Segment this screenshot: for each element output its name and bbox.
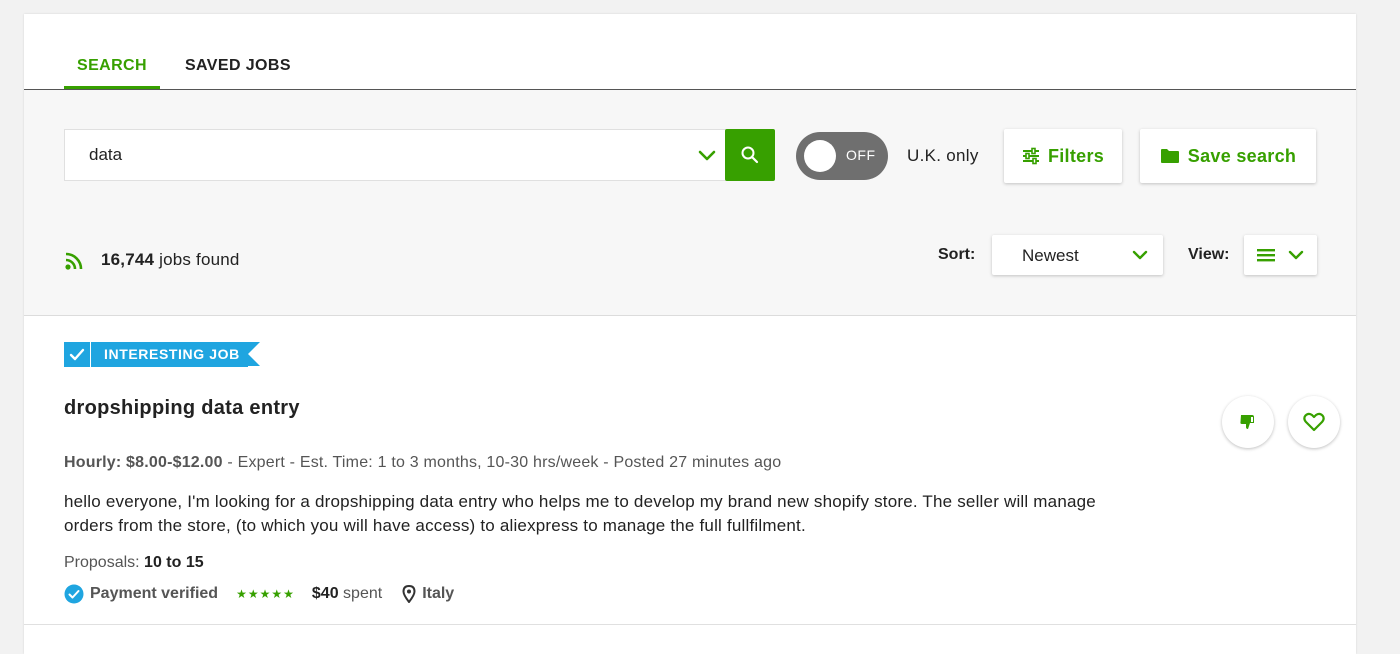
save-job-button[interactable]: [1288, 396, 1340, 448]
interesting-job-badge: INTERESTING JOB: [64, 342, 260, 367]
job-title[interactable]: dropshipping data entry: [64, 397, 300, 420]
proposals-value: 10 to 15: [144, 554, 204, 571]
tab-bar: SEARCH SAVED JOBS: [64, 52, 316, 90]
toggle-state-label: OFF: [846, 147, 876, 163]
search-input[interactable]: [89, 130, 669, 180]
job-rate: Hourly: $8.00-$12.00: [64, 454, 223, 471]
star-icon: ★: [271, 587, 283, 601]
chevron-down-icon: [1288, 250, 1303, 260]
jobs-panel: SEARCH SAVED JOBS OFF U.K. only: [24, 14, 1356, 654]
jobs-found-count: 16,744 jobs found: [101, 250, 240, 270]
sliders-icon: [1022, 147, 1039, 165]
proposals: Proposals: 10 to 15: [64, 554, 204, 572]
not-interested-button[interactable]: [1222, 396, 1274, 448]
client-spent: $40 spent: [312, 585, 382, 603]
proposals-label: Proposals:: [64, 554, 145, 571]
sort-label: Sort:: [938, 246, 976, 263]
search-box: [64, 129, 726, 181]
save-search-label: Save search: [1187, 145, 1297, 166]
chevron-down-icon[interactable]: [694, 143, 720, 169]
search-button[interactable]: [725, 129, 775, 181]
jobs-count: 16,744: [101, 250, 155, 269]
client-location: Italy: [422, 585, 455, 602]
verified-icon: [64, 584, 84, 604]
heart-icon: [1303, 412, 1325, 432]
filters-label: Filters: [1047, 145, 1105, 166]
star-icon: ★: [236, 587, 247, 601]
search-icon: [741, 146, 759, 164]
client-info: Payment verified ★ ★ ★ ★ ★ $40 spent Italy: [64, 582, 454, 606]
badge-tail: [247, 342, 260, 366]
sort-value: Newest: [1022, 246, 1079, 265]
item-divider: [24, 624, 1356, 625]
check-icon: [64, 342, 90, 367]
list-view-icon: [1256, 249, 1275, 262]
view-dropdown[interactable]: [1244, 235, 1317, 275]
job-description: hello everyone, I'm looking for a dropsh…: [64, 492, 1096, 535]
filters-button[interactable]: Filters: [1004, 129, 1122, 183]
chevron-down-icon: [1129, 244, 1151, 271]
location-pin-icon: [402, 585, 416, 603]
rss-icon[interactable]: [64, 251, 84, 276]
spent-suffix: spent: [338, 585, 383, 602]
thumbs-down-icon: [1240, 415, 1254, 429]
star-icon: ★: [247, 587, 259, 601]
view-label: View:: [1188, 246, 1230, 263]
payment-verified: Payment verified: [90, 585, 219, 602]
tab-search[interactable]: SEARCH: [64, 52, 160, 90]
toggle-knob: [804, 140, 836, 172]
search-area: OFF U.K. only Filters Save search: [24, 90, 1356, 316]
job-meta: Hourly: $8.00-$12.00 - Expert - Est. Tim…: [64, 454, 781, 472]
job-meta-details: - Expert - Est. Time: 1 to 3 months, 10-…: [222, 454, 782, 471]
star-icon: ★: [259, 587, 271, 601]
uk-only-toggle[interactable]: OFF: [796, 132, 888, 180]
save-search-button[interactable]: Save search: [1140, 129, 1316, 183]
sort-dropdown[interactable]: Newest: [992, 235, 1163, 275]
tab-saved-jobs[interactable]: SAVED JOBS: [172, 52, 304, 90]
client-rating-stars: ★ ★ ★ ★ ★: [236, 588, 294, 600]
badge-label: INTERESTING JOB: [91, 342, 248, 367]
uk-only-label: U.K. only: [907, 146, 979, 165]
folder-icon: [1160, 149, 1179, 163]
star-icon: ★: [283, 587, 294, 601]
spent-amount: $40: [311, 585, 339, 602]
jobs-found-suffix: jobs found: [159, 250, 240, 269]
